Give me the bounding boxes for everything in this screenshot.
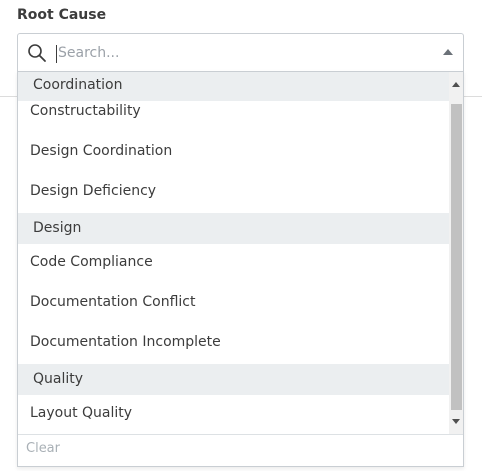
scroll-up-arrow-icon[interactable] — [452, 82, 460, 87]
scrollbar-thumb[interactable] — [451, 104, 462, 410]
root-cause-label: Root Cause — [17, 7, 107, 23]
scroll-down-arrow-icon[interactable] — [452, 419, 460, 424]
option-design-deficiency[interactable]: Design Deficiency — [18, 173, 449, 209]
option-documentation-conflict[interactable]: Documentation Conflict — [18, 284, 449, 320]
root-cause-select[interactable] — [17, 33, 464, 71]
group-header-design: Design — [18, 213, 449, 244]
dropdown-footer: Clear — [18, 434, 463, 466]
chevron-up-icon[interactable] — [443, 49, 453, 55]
option-constructability[interactable]: Constructability — [18, 93, 449, 129]
search-icon — [27, 43, 47, 63]
option-code-compliance[interactable]: Code Compliance — [18, 244, 449, 280]
option-documentation-incomplete[interactable]: Documentation Incomplete — [18, 324, 449, 360]
dropdown-menu: Coordination Constructability Design Coo… — [17, 71, 464, 467]
option-design-coordination[interactable]: Design Coordination — [18, 133, 449, 169]
scrollbar[interactable] — [449, 72, 463, 434]
clear-button[interactable]: Clear — [26, 441, 60, 456]
search-input[interactable] — [58, 42, 418, 64]
text-cursor — [56, 45, 57, 63]
option-layout-quality[interactable]: Layout Quality — [18, 395, 449, 431]
group-header-quality: Quality — [18, 364, 449, 395]
options-list: Coordination Constructability Design Coo… — [18, 72, 449, 434]
